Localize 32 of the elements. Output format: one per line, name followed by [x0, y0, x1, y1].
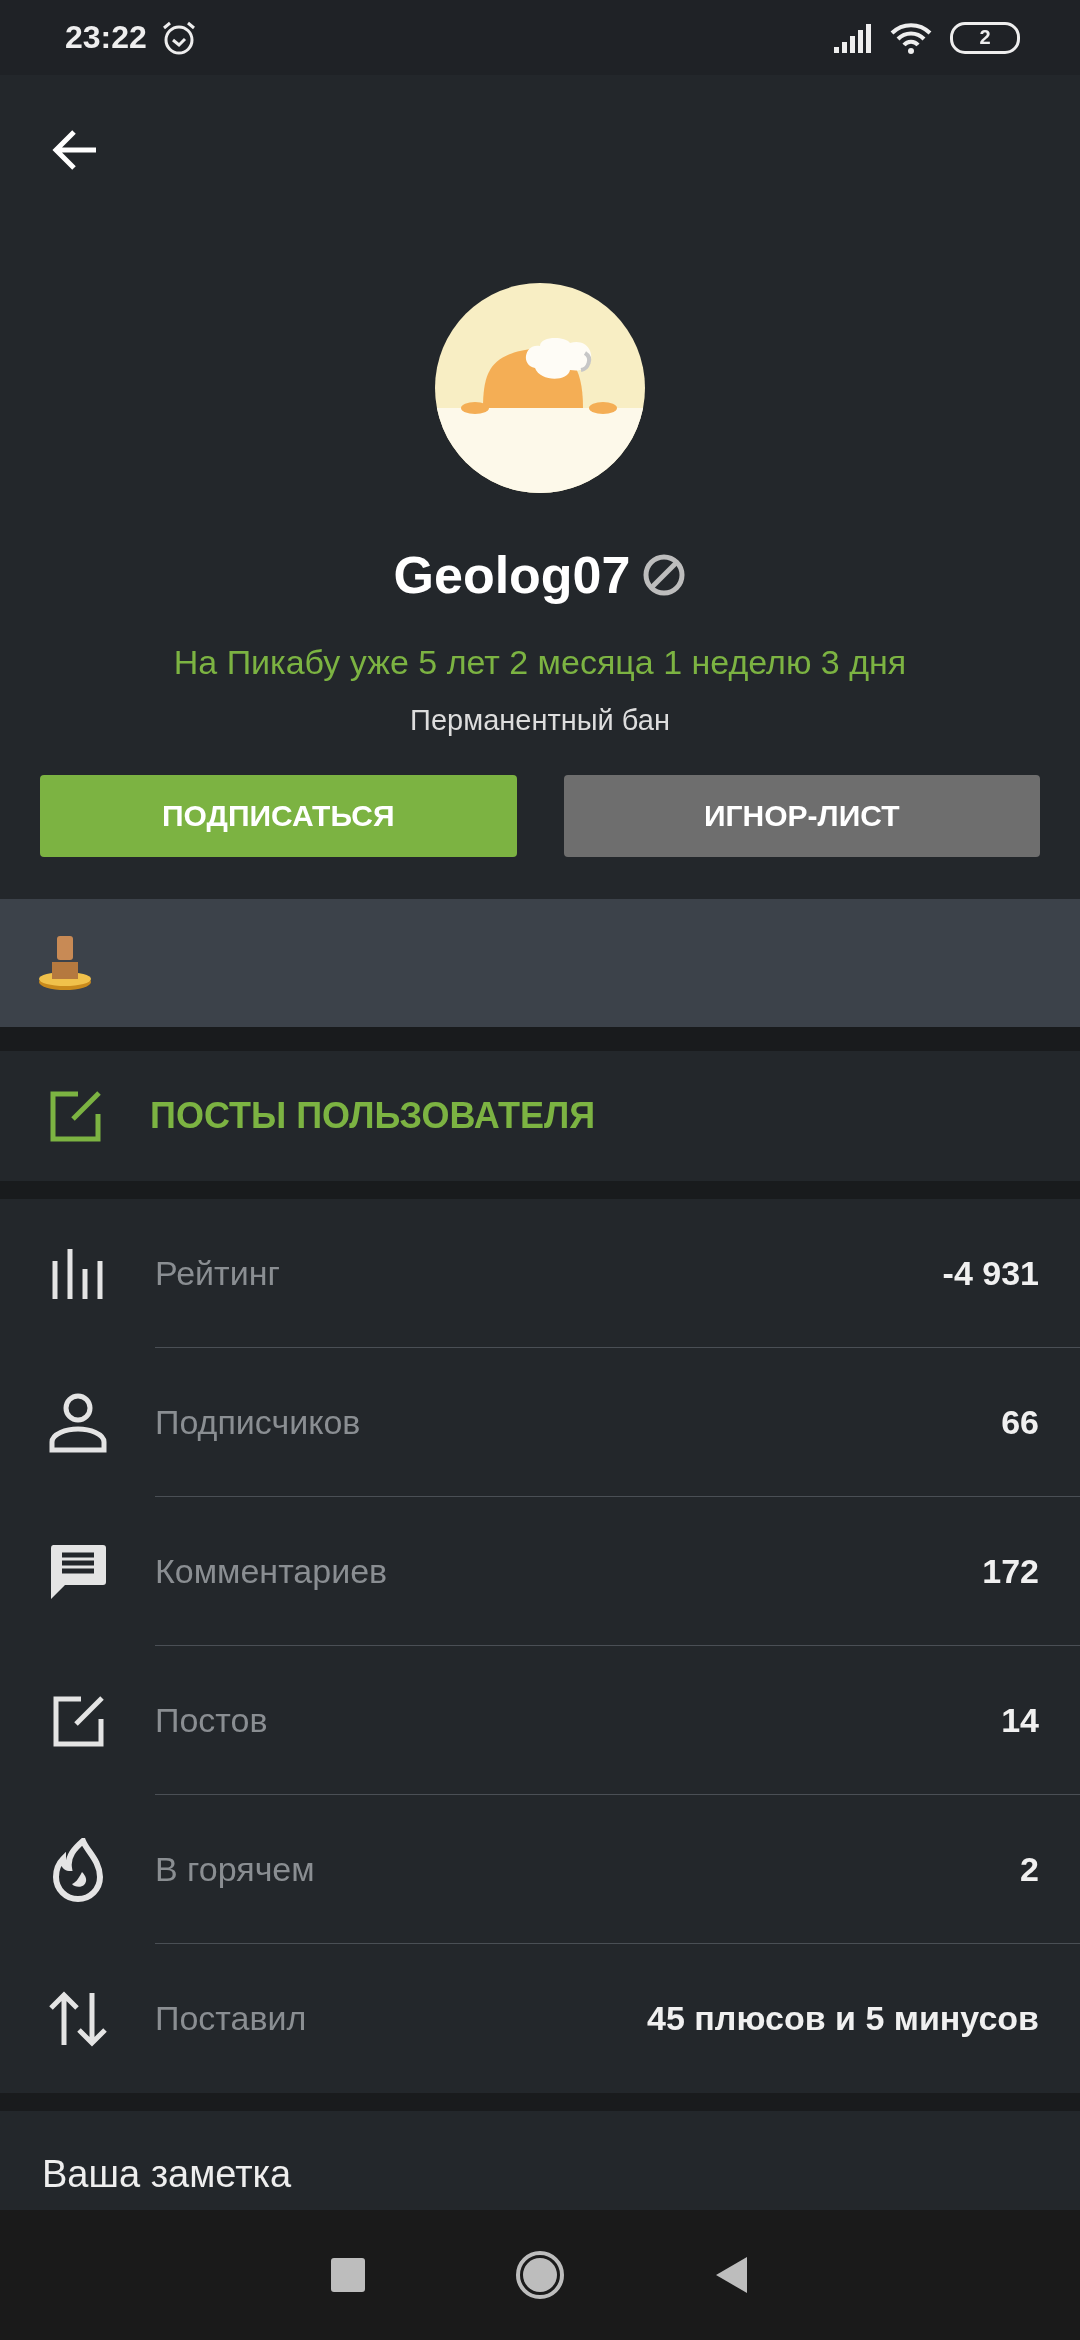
ignore-list-button[interactable]: ИГНОР-ЛИСТ [563, 775, 1040, 857]
user-posts-link[interactable]: ПОСТЫ ПОЛЬЗОВАТЕЛЯ [150, 1095, 596, 1137]
stat-value: -4 931 [942, 1253, 1039, 1293]
stat-value: 14 [1001, 1700, 1039, 1740]
tenure-text: На Пикабу уже 5 лет 2 месяца 1 неделю 3 дня [173, 643, 907, 682]
person-icon [48, 1392, 107, 1453]
alarm-icon [160, 19, 197, 56]
stat-value: 45 плюсов и 5 минусов [647, 1999, 1039, 2038]
stat-value: 66 [1001, 1402, 1039, 1442]
comment-icon [48, 1542, 107, 1601]
username: Geolog07 [393, 545, 631, 605]
signal-icon [834, 22, 874, 53]
stat-label: В горячем [155, 1849, 315, 1889]
stat-value: 172 [982, 1551, 1039, 1591]
battery-indicator: 2 [950, 21, 1020, 54]
stat-label: Рейтинг [155, 1253, 280, 1293]
stat-value: 2 [1020, 1849, 1039, 1889]
back-icon[interactable] [715, 2256, 749, 2294]
stat-label: Комментариев [155, 1551, 388, 1591]
clock-time: 23:22 [65, 19, 147, 56]
stat-label: Подписчиков [155, 1402, 361, 1442]
edit-icon [48, 1089, 102, 1143]
sort-arrows-icon [47, 1990, 108, 2047]
award-icon [38, 934, 92, 992]
back-arrow-icon[interactable] [52, 130, 98, 170]
stat-label: Поставил [155, 1999, 307, 2038]
wifi-icon [890, 21, 932, 54]
ban-status: Перманентный бан [410, 704, 670, 737]
note-title: Ваша заметка [42, 2153, 292, 2195]
flame-icon [52, 1837, 103, 1902]
stat-label: Постов [155, 1700, 268, 1740]
home-icon[interactable] [515, 2250, 565, 2300]
